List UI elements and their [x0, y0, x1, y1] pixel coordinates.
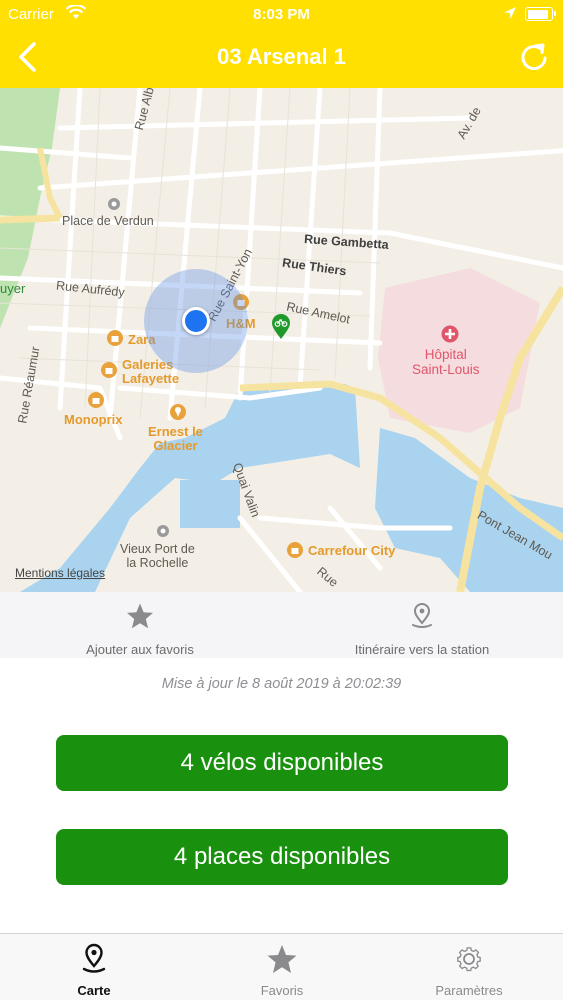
page-title: 03 Arsenal 1: [217, 44, 346, 69]
ice-cream-icon: [170, 404, 186, 420]
last-updated-text: Mise à jour le 8 août 2019 à 20:02:39: [161, 676, 402, 692]
location-arrow-icon: [504, 7, 516, 19]
places-available-button[interactable]: 4 places disponibles: [56, 829, 508, 885]
route-to-station-button[interactable]: Itinéraire vers la station: [322, 592, 522, 658]
tab-parametres[interactable]: Paramètres: [399, 934, 539, 1000]
map-label-hopital: Hôpital Saint-Louis: [412, 347, 480, 377]
station-map[interactable]: Rue Albert 1er Av. de Place de Verdun Ru…: [0, 88, 563, 592]
add-favorite-label: Ajouter aux favoris: [86, 642, 194, 657]
tab-bar: Carte Favoris Paramètres: [0, 933, 563, 1000]
station-actions: Ajouter aux favoris Itinéraire vers la s…: [0, 592, 563, 658]
user-location-dot: [182, 307, 210, 335]
map-label-uyer: uyer: [0, 281, 26, 296]
map-label-place-verdun: Place de Verdun: [62, 214, 154, 228]
clock: 8:03 PM: [253, 6, 310, 23]
header-bar: Carrier 8:03 PM 03 Arsenal 1: [0, 0, 563, 88]
tab-label: Favoris: [260, 983, 304, 998]
route-label: Itinéraire vers la station: [354, 642, 490, 657]
hospital-icon: [441, 325, 459, 343]
map-label-ernest: Ernest le Glacier: [148, 424, 203, 453]
tab-favoris[interactable]: Favoris: [212, 934, 352, 1000]
legal-link[interactable]: Mentions légales: [15, 566, 105, 580]
shop-icon: [88, 392, 104, 408]
tab-label: Paramètres: [435, 983, 503, 998]
location-pin-icon: [412, 603, 432, 628]
map-label-monoprix: Monoprix: [64, 412, 123, 427]
bikes-available-button[interactable]: 4 vélos disponibles: [56, 735, 508, 791]
star-icon: [267, 945, 297, 973]
tab-label: Carte: [77, 983, 111, 998]
map-pin-icon: [82, 943, 106, 973]
tab-carte[interactable]: Carte: [24, 934, 164, 1000]
refresh-icon[interactable]: [517, 40, 551, 74]
battery-icon: [525, 7, 556, 21]
shop-icon: [287, 542, 303, 558]
map-label-vieux-port: Vieux Port de la Rochelle: [120, 542, 195, 570]
poi-place-icon: [157, 525, 169, 537]
star-icon: [127, 603, 153, 629]
add-favorite-button[interactable]: Ajouter aux favoris: [40, 592, 240, 658]
bike-station-pin-icon[interactable]: [271, 314, 291, 340]
shop-icon: [107, 330, 123, 346]
status-bar: Carrier 8:03 PM: [0, 0, 563, 30]
gear-icon: [457, 947, 481, 972]
poi-place-icon: [108, 198, 120, 210]
map-label-carrefour: Carrefour City: [308, 543, 396, 558]
shop-icon: [101, 362, 117, 378]
chevron-left-icon[interactable]: [12, 40, 44, 74]
